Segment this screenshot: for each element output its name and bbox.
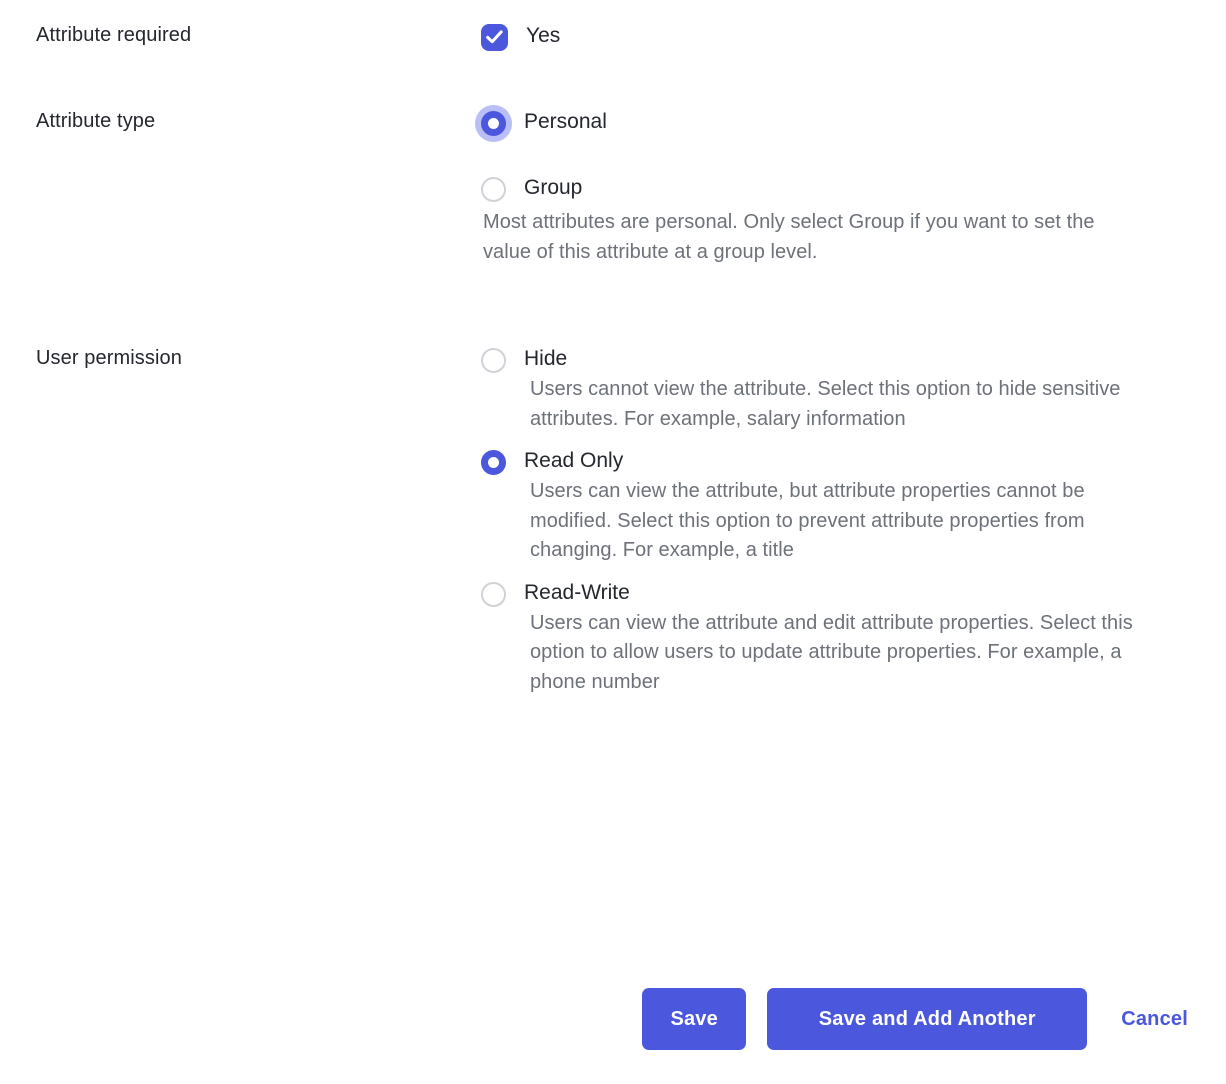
form-actions: Save Save and Add Another Cancel	[0, 988, 1226, 1050]
radio-label-group: Group	[524, 174, 582, 201]
label-user-permission: User permission	[0, 345, 481, 371]
radio-description-hide: Users cannot view the attribute. Select …	[530, 375, 1155, 434]
form-row-attribute-type: Attribute type Personal Group Most attri…	[0, 108, 1226, 267]
radio-option-personal[interactable]: Personal	[481, 108, 1202, 136]
radio-description-read-write: Users can view the attribute and edit at…	[530, 609, 1155, 698]
radio-label-personal: Personal	[524, 108, 607, 135]
radio-option-group[interactable]: Group	[481, 174, 1202, 202]
control-attribute-type: Personal Group Most attributes are perso…	[481, 108, 1226, 267]
radio-group[interactable]	[481, 177, 506, 202]
radio-hide[interactable]	[481, 348, 506, 373]
radio-read-write[interactable]	[481, 582, 506, 607]
form-row-attribute-required: Attribute required Yes	[0, 22, 1226, 51]
save-and-add-another-button[interactable]: Save and Add Another	[767, 988, 1087, 1050]
checkbox-label-yes: Yes	[526, 22, 560, 49]
radio-label-hide: Hide	[524, 345, 567, 372]
radio-option-read-only[interactable]: Read Only	[481, 447, 1202, 475]
radio-personal[interactable]	[481, 111, 506, 136]
checkbox-option-yes[interactable]: Yes	[481, 22, 1202, 51]
cancel-button[interactable]: Cancel	[1109, 988, 1200, 1050]
control-attribute-required: Yes	[481, 22, 1226, 51]
check-icon	[486, 30, 503, 45]
radio-option-hide[interactable]: Hide	[481, 345, 1202, 373]
form-row-user-permission: User permission Hide Users cannot view t…	[0, 345, 1226, 697]
radio-description-read-only: Users can view the attribute, but attrib…	[530, 477, 1155, 566]
radio-label-read-write: Read-Write	[524, 579, 630, 606]
label-attribute-type: Attribute type	[0, 108, 481, 134]
checkbox-yes[interactable]	[481, 24, 508, 51]
radio-description-group: Most attributes are personal. Only selec…	[483, 208, 1131, 267]
label-attribute-required: Attribute required	[0, 22, 481, 48]
attribute-settings-form: Attribute required Yes Attribute type Pe…	[0, 0, 1226, 1084]
radio-label-read-only: Read Only	[524, 447, 623, 474]
control-user-permission: Hide Users cannot view the attribute. Se…	[481, 345, 1226, 697]
radio-read-only[interactable]	[481, 450, 506, 475]
radio-option-read-write[interactable]: Read-Write	[481, 579, 1202, 607]
save-button[interactable]: Save	[642, 988, 746, 1050]
